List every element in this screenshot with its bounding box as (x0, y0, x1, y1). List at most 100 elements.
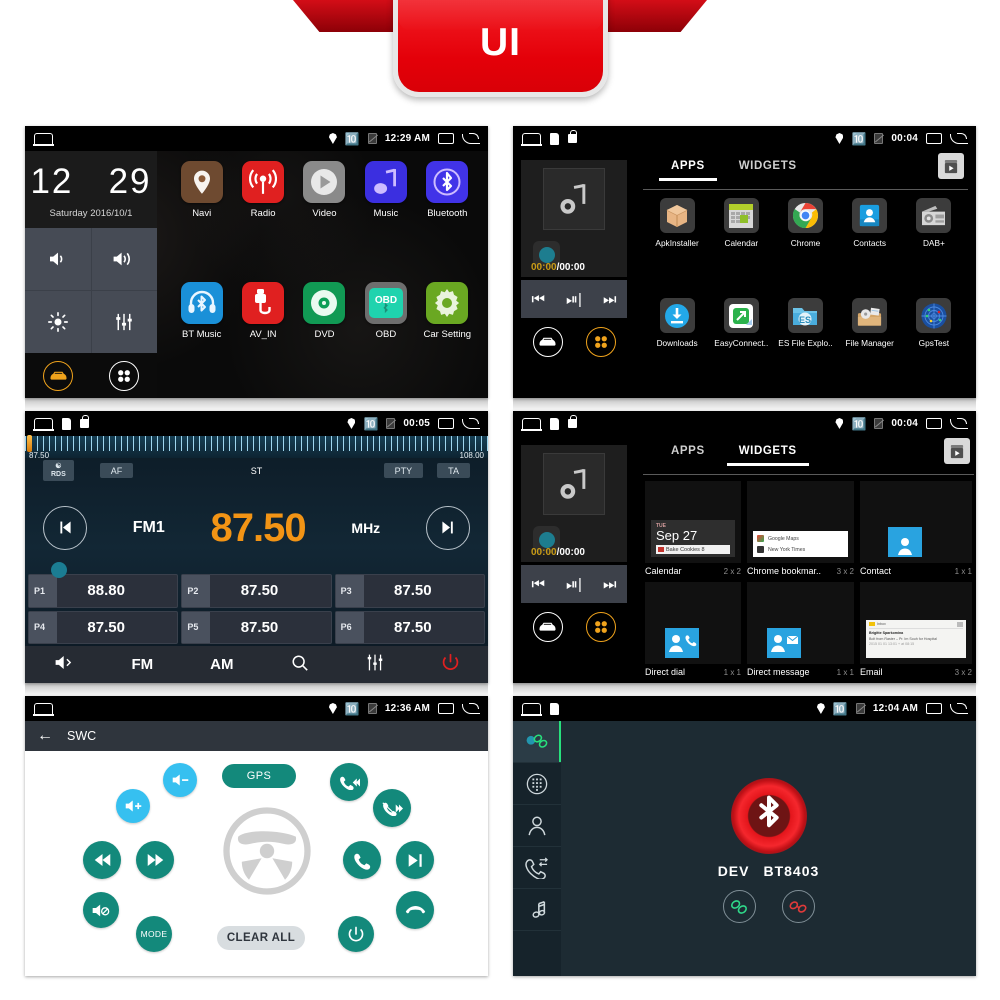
home-app-bluetooth[interactable]: Bluetooth (417, 161, 478, 278)
pty-button[interactable]: PTY (383, 463, 424, 478)
swc-vol-down-button[interactable] (163, 763, 197, 797)
widget-calendar[interactable]: TUE Sep 27 Bake Cookies 8 Calendar 2 x 2 (645, 481, 741, 576)
widget-direct-dial[interactable]: Direct dial 1 x 1 (645, 582, 741, 677)
home-app-obd[interactable]: OBD OBD (355, 281, 416, 399)
recents-icon[interactable] (438, 703, 454, 714)
home-app-dvd[interactable]: DVD (294, 281, 355, 399)
back-icon[interactable] (462, 703, 480, 714)
scale-indicator[interactable] (27, 435, 32, 452)
next-icon[interactable]: ⏭ (603, 291, 617, 308)
swc-prev-track-button[interactable] (83, 841, 121, 879)
play-store-icon[interactable] (944, 438, 970, 464)
app-downloads[interactable]: Downloads (645, 298, 709, 398)
sidebar-item-bt-music[interactable] (513, 889, 561, 931)
swc-call-prev-button[interactable] (330, 763, 368, 801)
swc-mode-button[interactable]: MODE (136, 916, 172, 952)
app-chrome[interactable]: Chrome (773, 198, 837, 298)
app-calendar[interactable]: Calendar (709, 198, 773, 298)
apps-tab-button[interactable] (585, 612, 616, 642)
play-store-icon[interactable] (938, 153, 964, 179)
swc-end-call-button[interactable] (396, 891, 434, 929)
next-icon[interactable]: ⏭ (603, 576, 617, 593)
home-app-radio[interactable]: Radio (232, 161, 293, 278)
apps-tab-button[interactable] (585, 327, 616, 357)
prev-icon[interactable]: ⏮ (532, 576, 546, 593)
app-dab-[interactable]: DAB+ (902, 198, 966, 298)
radio-preset-p2[interactable]: P2 87.50 (181, 574, 332, 608)
power-button[interactable] (441, 653, 460, 676)
home-icon[interactable] (33, 703, 54, 716)
home-icon[interactable] (521, 703, 542, 716)
sidebar-item-contacts[interactable] (513, 805, 561, 847)
home-app-bt-music[interactable]: BT Music (171, 281, 232, 399)
app-contacts[interactable]: Contacts (838, 198, 902, 298)
frequency-scale[interactable]: 87.50 108.00 (25, 435, 488, 460)
home-app-video[interactable]: Video (294, 161, 355, 278)
home-app-car-setting[interactable]: Car Setting (417, 281, 478, 399)
home-icon[interactable] (33, 133, 54, 146)
apps-tab-button[interactable] (109, 360, 139, 391)
volume-down-button[interactable] (25, 228, 91, 290)
car-tab-button[interactable] (532, 327, 563, 357)
volume-up-button[interactable] (91, 228, 157, 290)
tab-widgets[interactable]: WIDGETS (733, 160, 803, 181)
app-es-file-explo-[interactable]: ES ES File Explo.. (773, 298, 837, 398)
equalizer-button[interactable] (91, 291, 157, 353)
radio-preset-p6[interactable]: P6 87.50 (334, 610, 485, 644)
tab-apps[interactable]: APPS (659, 160, 717, 181)
sidebar-item-call-log[interactable] (513, 847, 561, 889)
equalizer-button[interactable] (366, 653, 384, 676)
prev-icon[interactable]: ⏮ (532, 291, 546, 308)
widget-direct-message[interactable]: Direct message 1 x 1 (747, 582, 854, 677)
af-button[interactable]: AF (99, 463, 134, 478)
home-icon[interactable] (521, 418, 542, 431)
brightness-button[interactable] (25, 291, 91, 353)
app-file-manager[interactable]: File Manager (838, 298, 902, 398)
swc-answer-call-button[interactable] (343, 841, 381, 879)
recents-icon[interactable] (926, 418, 942, 429)
search-button[interactable] (291, 654, 309, 676)
widget-email[interactable]: Inbox Brigitte Sparkomina Bolt from Raster… (860, 582, 972, 677)
disconnect-button[interactable] (781, 890, 815, 923)
back-icon[interactable] (950, 133, 968, 144)
app-gpstest[interactable]: GpsTest (902, 298, 966, 398)
swc-next-track-button[interactable] (136, 841, 174, 879)
back-icon[interactable] (950, 703, 968, 714)
widget-chrome-bookmar-[interactable]: Google Maps New York Times Chrome bookmar.… (747, 481, 854, 576)
sidebar-item-connection[interactable] (513, 721, 561, 763)
back-icon[interactable] (462, 418, 480, 429)
home-icon[interactable] (521, 133, 542, 146)
car-tab-button[interactable] (532, 612, 563, 642)
tab-widgets[interactable]: WIDGETS (726, 445, 809, 466)
recents-icon[interactable] (926, 133, 942, 144)
mute-button[interactable] (54, 654, 75, 675)
radio-preset-p3[interactable]: P3 87.50 (334, 574, 485, 608)
app-easyconnect-[interactable]: EasyConnect.. (709, 298, 773, 398)
home-app-av-in[interactable]: AV_IN (232, 281, 293, 399)
swc-call-next-button[interactable] (373, 789, 411, 827)
home-app-navi[interactable]: Navi (171, 161, 232, 278)
play-pause-icon[interactable]: ⏯| (566, 291, 582, 308)
swc-play-pause-button[interactable] (396, 841, 434, 879)
swc-gps-button[interactable]: GPS (222, 764, 296, 788)
arrow-back-icon[interactable]: ← (37, 727, 53, 745)
am-button[interactable]: AM (210, 656, 233, 673)
rds-button[interactable]: ☯ RDS (43, 460, 74, 481)
seek-prev-button[interactable] (43, 505, 87, 550)
tab-apps[interactable]: APPS (665, 445, 711, 466)
back-icon[interactable] (462, 133, 480, 144)
home-app-music[interactable]: Music (355, 161, 416, 278)
widget-contact[interactable]: Contact 1 x 1 (860, 481, 972, 576)
sidebar-item-dialpad[interactable] (513, 763, 561, 805)
swc-mute-button[interactable] (83, 892, 119, 928)
bluetooth-status-orb[interactable] (730, 778, 807, 854)
app-apkinstaller[interactable]: ApkInstaller (645, 198, 709, 298)
radio-preset-p5[interactable]: P5 87.50 (181, 610, 332, 644)
seek-next-button[interactable] (425, 505, 470, 550)
swc-power-button[interactable] (338, 916, 374, 952)
radio-preset-p4[interactable]: P4 87.50 (28, 610, 179, 644)
ta-button[interactable]: TA (437, 463, 470, 478)
recents-icon[interactable] (438, 418, 454, 429)
back-icon[interactable] (950, 418, 968, 429)
swc-vol-up-button[interactable] (116, 789, 150, 823)
